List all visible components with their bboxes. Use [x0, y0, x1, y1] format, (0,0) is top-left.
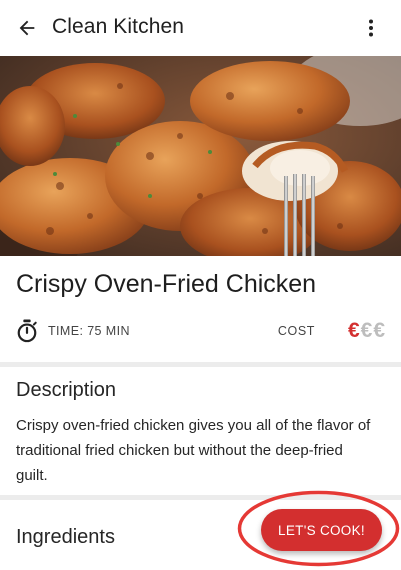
back-button[interactable] [14, 15, 40, 41]
more-options-button[interactable] [359, 16, 383, 40]
cost-label: COST [277, 324, 315, 338]
euro-icon-inactive: € [373, 319, 385, 342]
top-app-bar: Clean Kitchen [0, 0, 401, 56]
lets-cook-button[interactable]: LET'S COOK! [261, 509, 382, 551]
recipe-summary-card: Crispy Oven-Fried Chicken TIME: 75 MIN C… [0, 256, 401, 362]
recipe-meta-row: TIME: 75 MIN COST € € € [16, 318, 385, 344]
description-text: Crispy oven-fried chicken gives you all … [16, 417, 371, 484]
recipe-hero-image [0, 56, 401, 256]
cost-rating: € € € [348, 318, 385, 344]
recipe-title: Crispy Oven-Fried Chicken [16, 270, 317, 298]
description-heading: Description [16, 379, 117, 401]
description-card: Description Crispy oven-fried chicken gi… [0, 367, 401, 495]
euro-icon-inactive: € [360, 319, 373, 342]
app-title: Clean Kitchen [52, 15, 185, 38]
cook-time-label: TIME: 75 MIN [48, 324, 130, 338]
recipe-screen: Clean Kitchen Crispy Oven-Fried Chicken … [0, 0, 401, 570]
arrow-left-icon [19, 20, 35, 36]
more-vert-icon [369, 19, 373, 37]
ingredients-heading: Ingredients [16, 526, 115, 548]
fried-chicken-illustration [0, 56, 401, 256]
euro-icon-active: € [347, 319, 360, 342]
timer-icon [17, 319, 37, 343]
